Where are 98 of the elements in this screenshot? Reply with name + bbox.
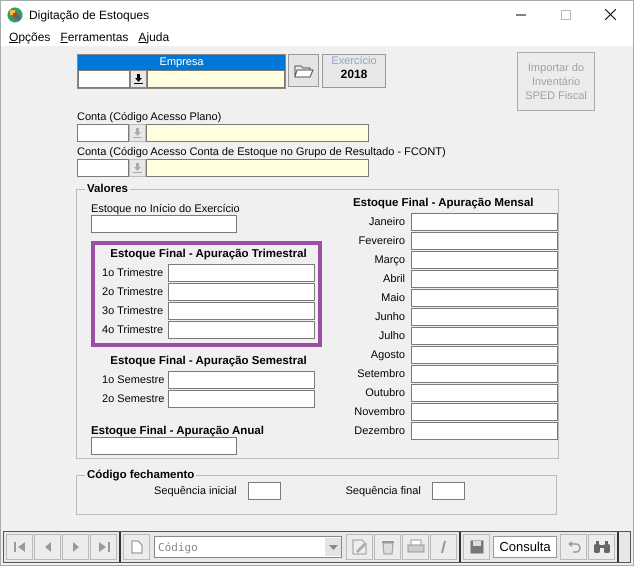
value-field[interactable] <box>168 283 315 301</box>
next-button[interactable] <box>62 534 89 560</box>
section-title: Estoque Final - Apuração Anual <box>91 425 264 437</box>
conta-name-field[interactable] <box>146 124 369 142</box>
value-field[interactable] <box>411 308 558 326</box>
exercicio-label: Exercício <box>331 55 377 67</box>
folder-icon <box>294 62 314 78</box>
section-title: Estoque Final - Apuração Mensal <box>353 197 534 209</box>
minimize-icon <box>516 14 526 16</box>
value-field[interactable] <box>168 390 315 408</box>
value-field[interactable] <box>411 327 558 345</box>
value-field[interactable] <box>411 232 558 250</box>
value-field[interactable] <box>411 270 558 288</box>
save-button[interactable] <box>463 534 490 560</box>
field-label: Sequência final <box>346 485 421 497</box>
maximize-icon <box>560 10 570 20</box>
field-label: 3o Trimestre <box>102 305 164 317</box>
value-field[interactable] <box>91 437 237 455</box>
delete-button[interactable] <box>374 534 401 560</box>
value-field[interactable] <box>91 215 237 233</box>
field-label: Sequência inicial <box>154 485 237 497</box>
conta-code-field[interactable] <box>77 159 129 177</box>
field-label: Conta (Código Acesso Plano) <box>77 110 222 124</box>
value-field[interactable] <box>168 321 315 339</box>
search-field[interactable]: Código <box>154 536 342 558</box>
last-icon <box>98 541 110 553</box>
last-button[interactable] <box>90 534 117 560</box>
value-field[interactable] <box>411 384 558 402</box>
field-label: 1o Semestre <box>102 374 166 386</box>
field-label: 4o Trimestre <box>102 324 164 336</box>
value-field[interactable] <box>411 346 558 364</box>
dropdown-button[interactable] <box>130 70 147 88</box>
field-label: Maio <box>380 292 405 304</box>
menu-item[interactable]: Ferramentas <box>55 30 134 44</box>
empresa-code-field[interactable] <box>78 70 130 88</box>
value-field[interactable] <box>168 302 315 320</box>
field-label: 2o Semestre <box>102 393 166 405</box>
italic-icon <box>438 540 448 554</box>
field-label: Março <box>373 254 405 266</box>
field-label: Outubro <box>364 387 405 399</box>
sequence-field[interactable] <box>432 482 465 500</box>
download-arrow-icon <box>133 128 142 138</box>
mode-field: Consulta <box>493 536 557 558</box>
value-field[interactable] <box>168 264 315 282</box>
empresa-header: Empresa <box>78 55 285 70</box>
value-field[interactable] <box>411 289 558 307</box>
app-icon <box>7 6 23 22</box>
floppy-icon <box>470 540 484 554</box>
field-label: Julho <box>378 330 405 342</box>
menu-item[interactable]: Ajuda <box>133 30 174 44</box>
caret-icon <box>328 544 338 550</box>
field-label: Conta (Código Acesso Conta de Estoque no Grupo de Resultado - FCONT) <box>77 145 446 159</box>
first-button[interactable] <box>6 534 33 560</box>
undo-button[interactable] <box>560 534 587 560</box>
exercicio-value: 2018 <box>340 67 368 81</box>
field-label: Agosto <box>370 349 405 361</box>
field-label: 1o Trimestre <box>102 267 164 279</box>
section-title: Estoque Final - Apuração Trimestral <box>110 248 307 260</box>
section-title: Estoque Final - Apuração Semestral <box>110 355 307 367</box>
download-arrow-icon <box>133 163 142 173</box>
italic-button[interactable] <box>430 534 457 560</box>
field-label: Estoque no Início do Exercício <box>91 203 240 215</box>
group-title: Código fechamento <box>86 469 196 481</box>
first-icon <box>14 541 26 553</box>
field-label: Junho <box>374 311 405 323</box>
field-label: 2o Trimestre <box>102 286 164 298</box>
window-title: Digitação de Estoques <box>29 8 150 22</box>
menu-item[interactable]: Opções <box>4 30 56 44</box>
value-field[interactable] <box>168 371 315 389</box>
page-icon <box>130 540 142 554</box>
conta-code-field[interactable] <box>77 124 129 142</box>
find-button[interactable] <box>588 534 615 560</box>
field-label: Fevereiro <box>358 235 405 247</box>
group-title: Valores <box>86 183 129 195</box>
undo-icon <box>566 541 580 553</box>
value-field[interactable] <box>411 403 558 421</box>
printer-icon <box>406 539 424 555</box>
value-field[interactable] <box>411 365 558 383</box>
value-field[interactable] <box>411 213 558 231</box>
field-label: Novembro <box>353 406 405 418</box>
edit-button[interactable] <box>346 534 373 560</box>
field-label: Dezembro <box>353 425 405 437</box>
binoculars-icon <box>592 540 610 554</box>
sequence-field[interactable] <box>248 482 281 500</box>
close-icon <box>605 9 616 20</box>
open-button[interactable] <box>288 54 319 87</box>
value-field[interactable] <box>411 251 558 269</box>
value-field[interactable] <box>411 422 558 440</box>
download-arrow-icon <box>134 74 143 84</box>
field-label: Abril <box>382 273 405 285</box>
conta-name-field[interactable] <box>146 159 369 177</box>
previous-button[interactable] <box>34 534 61 560</box>
new-button[interactable] <box>123 534 150 560</box>
field-label: Setembro <box>356 368 405 380</box>
empresa-name-field[interactable] <box>147 70 285 88</box>
field-label: Janeiro <box>368 216 405 228</box>
print-button[interactable] <box>402 534 429 560</box>
edit-icon <box>350 538 368 556</box>
